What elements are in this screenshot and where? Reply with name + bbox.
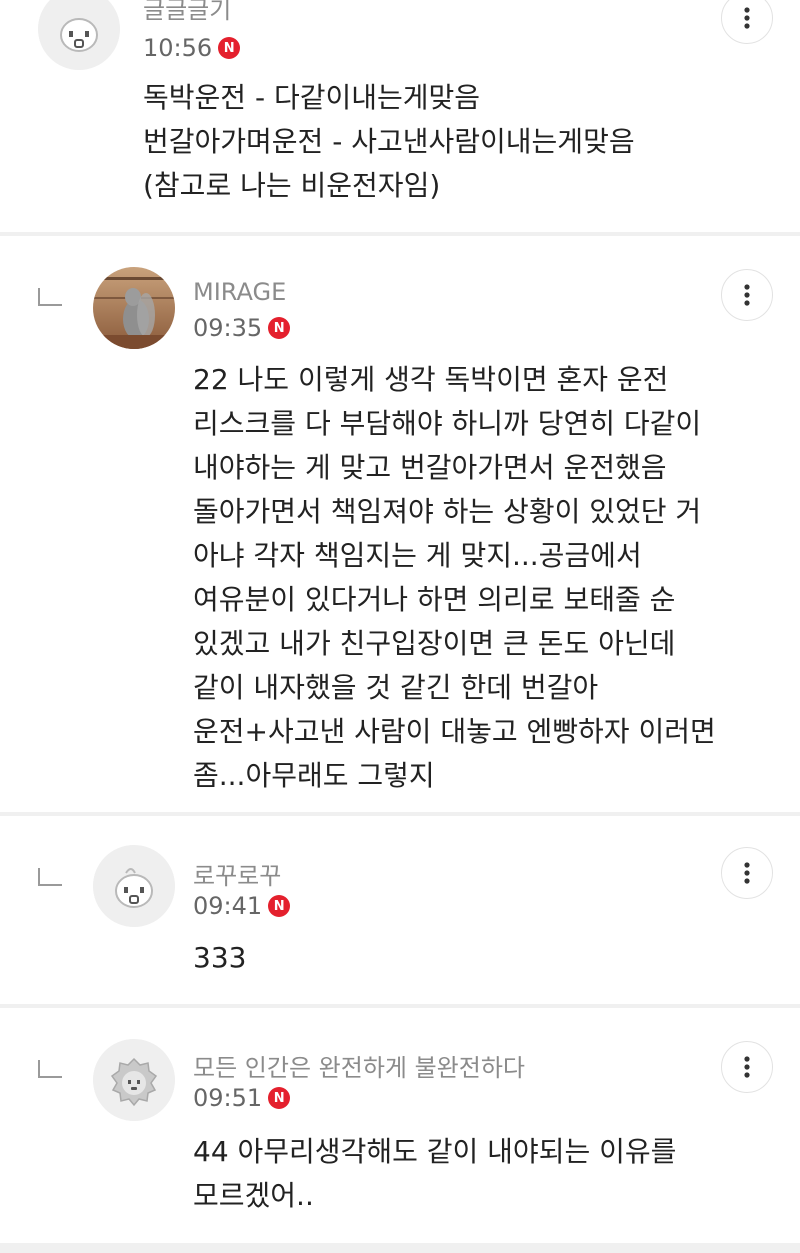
comment-timestamp: 10:56 N: [143, 34, 241, 62]
comment-line: 운전+사고낸 사람이 대놓고 엔빵하자 이러면: [193, 715, 716, 748]
more-vertical-icon: [744, 1056, 750, 1078]
more-options-button[interactable]: [721, 1041, 773, 1093]
comment-line: 번갈아가며운전 - 사고낸사람이내는게맞음: [143, 125, 635, 158]
comment-line: (참고로 나는 비운전자임): [143, 169, 441, 202]
comment-line: 아냐 각자 책임지는 게 맞지...공금에서: [193, 539, 642, 572]
avatar[interactable]: [93, 267, 175, 349]
more-vertical-icon: [744, 284, 750, 306]
comment-reply-item: 로꾸로꾸 09:41 N 333: [0, 816, 800, 1004]
new-badge: N: [218, 37, 241, 59]
comment-timestamp: 09:51 N: [193, 1084, 291, 1112]
avatar[interactable]: [93, 1039, 175, 1121]
comment-line: 여유분이 있다거나 하면 의리로 보태줄 순: [193, 583, 676, 616]
comment-line: 44 아무리생각해도 같이 내야되는 이유를: [193, 1135, 677, 1168]
comment-line: 있겠고 내가 친구입장이면 큰 돈도 아닌데: [193, 627, 676, 660]
kakao-face-icon: [38, 0, 120, 70]
comment-time: 09:41: [193, 892, 263, 920]
comment-time: 09:35: [193, 314, 263, 342]
lion-face-icon: [93, 1039, 175, 1121]
comment-author[interactable]: MIRAGE: [193, 278, 286, 306]
comment-time: 09:51: [193, 1084, 263, 1112]
more-options-button[interactable]: [721, 269, 773, 321]
new-badge: N: [268, 1087, 291, 1109]
comment-body: 독박운전 - 다같이내는게맞음 번갈아가며운전 - 사고낸사람이내는게맞음 (참…: [143, 76, 635, 208]
squirrel-photo-icon: [93, 267, 175, 349]
comment-body: 333: [193, 936, 246, 980]
comment-body: 22 나도 이렇게 생각 독박이면 혼자 운전 리스크를 다 부담해야 하니까 …: [193, 358, 716, 798]
comment-timestamp: 09:35 N: [193, 314, 291, 342]
comment-line: 리스크를 다 부담해야 하니까 당연히 다같이: [193, 407, 702, 440]
new-badge: N: [268, 317, 291, 339]
comment-line: 돌아가면서 책임져야 하는 상황이 있었단 거: [193, 495, 702, 528]
reply-indicator-icon: [38, 1060, 62, 1078]
comment-author[interactable]: 모든 인간은 완전하게 불완전하다: [193, 1048, 525, 1083]
more-options-button[interactable]: [721, 847, 773, 899]
kakao-face-icon: [93, 845, 175, 927]
comment-timestamp: 09:41 N: [193, 892, 291, 920]
comment-reply-item: MIRAGE 09:35 N 22 나도 이렇게 생각 독박이면 혼자 운전 리…: [0, 236, 800, 812]
comment-item: 글글글기 10:56 N 독박운전 - 다같이내는게맞음 번갈아가며운전 - 사…: [0, 0, 800, 232]
comment-line: 22 나도 이렇게 생각 독박이면 혼자 운전: [193, 363, 669, 396]
comment-line: 같이 내자했을 것 같긴 한데 번갈아: [193, 671, 599, 704]
comment-reply-item: 모든 인간은 완전하게 불완전하다 09:51 N 44 아무리생각해도 같이 …: [0, 1008, 800, 1243]
more-options-button[interactable]: [721, 0, 773, 44]
comment-time: 10:56: [143, 34, 213, 62]
more-vertical-icon: [744, 7, 750, 29]
reply-indicator-icon: [38, 868, 62, 886]
comment-line: 모르겠어..: [193, 1179, 314, 1212]
new-badge: N: [268, 895, 291, 917]
reply-indicator-icon: [38, 288, 62, 306]
comment-divider: [0, 1243, 800, 1253]
avatar[interactable]: [93, 845, 175, 927]
comment-line: 독박운전 - 다같이내는게맞음: [143, 81, 481, 114]
comment-body: 44 아무리생각해도 같이 내야되는 이유를 모르겠어..: [193, 1130, 676, 1218]
comment-line: 좀...아무래도 그렇지: [193, 759, 435, 792]
comment-line: 내야하는 게 맞고 번갈아가면서 운전했음: [193, 451, 667, 484]
comment-line: 333: [193, 941, 247, 974]
more-vertical-icon: [744, 862, 750, 884]
comment-author[interactable]: 로꾸로꾸: [193, 856, 281, 891]
comment-author[interactable]: 글글글기: [143, 0, 231, 25]
avatar[interactable]: [38, 0, 120, 70]
